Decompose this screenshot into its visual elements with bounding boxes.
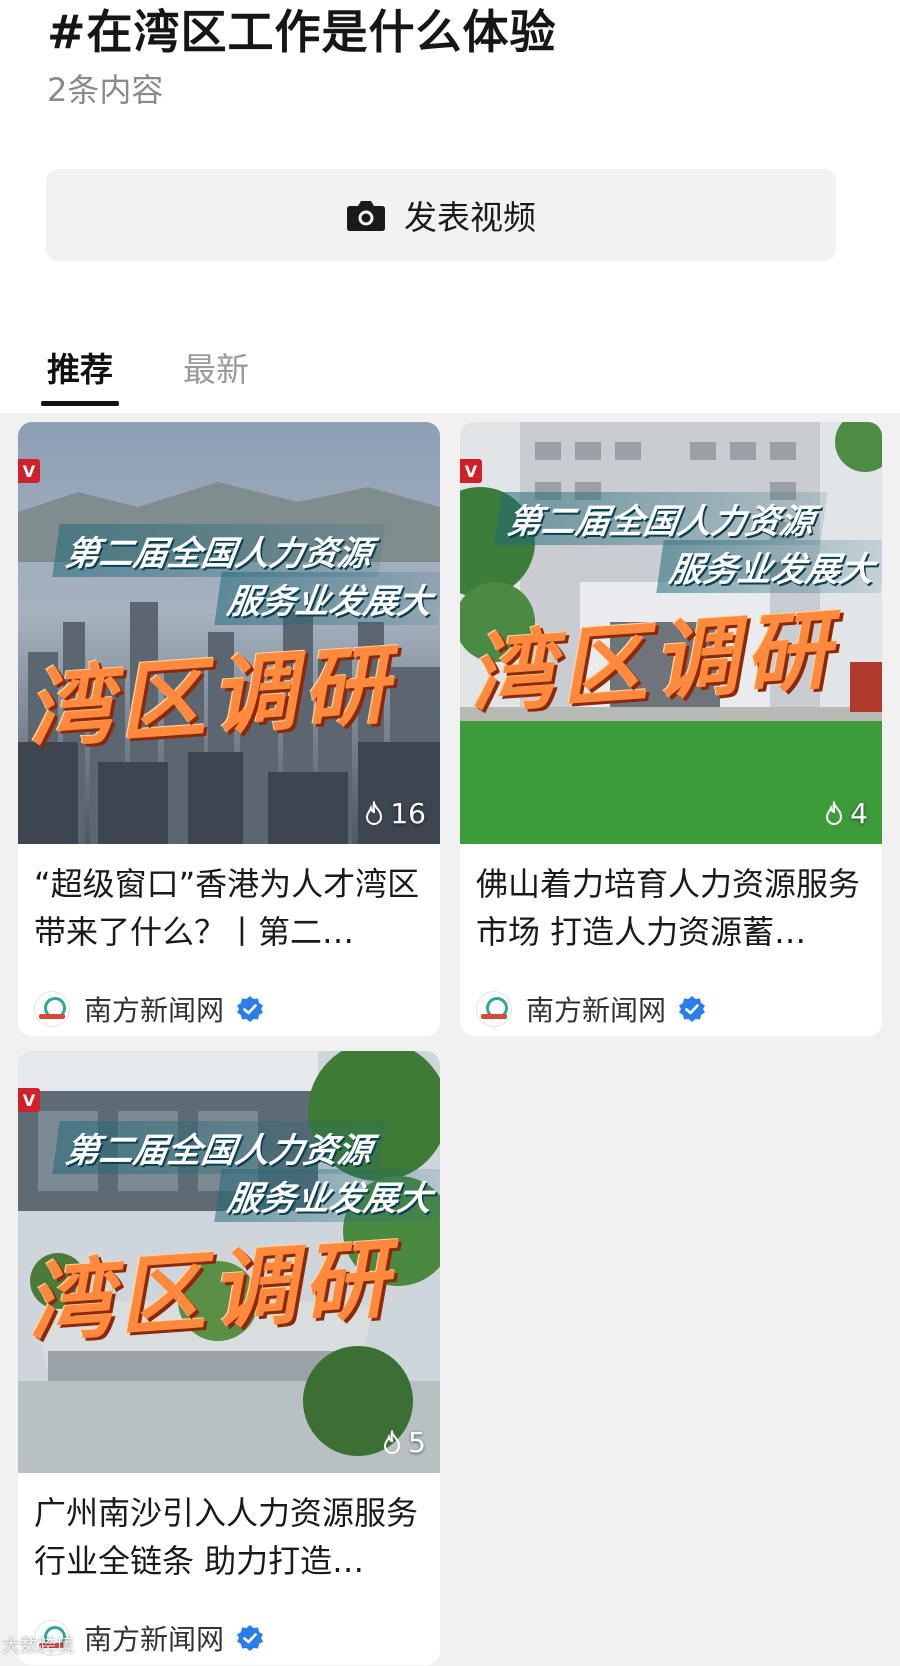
author-avatar[interactable] (34, 991, 70, 1027)
tab-recommended[interactable]: 推荐 (41, 345, 119, 406)
video-thumbnail[interactable]: V 第二届全国人力资源 服务业发展大 湾区调研 5 (18, 1051, 440, 1473)
flame-icon (366, 800, 383, 825)
video-card[interactable]: V 第二届全国人力资源 服务业发展大 湾区调研 5 广州南沙引入人力资源服务行业… (18, 1051, 440, 1665)
author-row[interactable]: 南方新闻网 (460, 972, 882, 1036)
like-count: 4 (822, 797, 868, 830)
verified-badge-icon (237, 1625, 264, 1651)
video-title[interactable]: 广州南沙引入人力资源服务行业全链条 助力打造… (18, 1473, 440, 1601)
author-name[interactable]: 南方新闻网 (84, 1618, 224, 1658)
author-row[interactable]: 南方新闻网 (18, 1601, 440, 1665)
banner-line-1: 第二届全国人力资源 (52, 524, 386, 577)
author-avatar[interactable] (476, 991, 512, 1027)
video-thumbnail[interactable]: V 第二届全国人力资源 服务业发展大 湾区调研 16 (18, 422, 440, 844)
post-video-button[interactable]: 发表视频 (46, 169, 836, 261)
like-count-value: 5 (408, 1426, 426, 1459)
tab-latest[interactable]: 最新 (177, 345, 255, 405)
tab-bar: 推荐 最新 (41, 345, 313, 406)
like-count: 16 (362, 797, 426, 830)
tv-badge: V (460, 459, 482, 483)
like-count-value: 16 (390, 797, 426, 830)
video-title[interactable]: 佛山着力培育人力资源服务市场 打造人力资源蓄… (460, 844, 882, 972)
banner-line-1: 第二届全国人力资源 (494, 492, 828, 545)
banner-line-2: 服务业发展大 (214, 572, 440, 625)
thumbnail-big-title: 湾区调研 (23, 1228, 398, 1355)
video-feed: V 第二届全国人力资源 服务业发展大 湾区调研 16 “超级窗口”香港为人才湾区… (0, 413, 900, 1666)
camera-icon (347, 201, 385, 231)
video-title[interactable]: “超级窗口”香港为人才湾区带来了什么？丨第二… (18, 844, 440, 972)
tv-badge: V (18, 1088, 40, 1112)
author-name[interactable]: 南方新闻网 (84, 989, 224, 1029)
like-count-value: 4 (850, 797, 868, 830)
flame-icon (826, 800, 843, 825)
video-thumbnail[interactable]: V 第二届全国人力资源 服务业发展大 湾区调研 4 (460, 422, 882, 844)
video-card[interactable]: V 第二届全国人力资源 服务业发展大 湾区调研 16 “超级窗口”香港为人才湾区… (18, 422, 440, 1036)
author-name[interactable]: 南方新闻网 (526, 989, 666, 1029)
author-row[interactable]: 南方新闻网 (18, 972, 440, 1036)
topic-count: 2条内容 (47, 71, 164, 109)
watermark: 大数跨境 (2, 1636, 74, 1657)
topic-title: #在湾区工作是什么体验 (47, 5, 557, 59)
verified-badge-icon (679, 996, 706, 1022)
verified-badge-icon (237, 996, 264, 1022)
like-count: 5 (380, 1426, 426, 1459)
tv-badge: V (18, 459, 40, 483)
video-card[interactable]: V 第二届全国人力资源 服务业发展大 湾区调研 4 佛山着力培育人力资源服务市场… (460, 422, 882, 1036)
banner-line-1: 第二届全国人力资源 (52, 1121, 386, 1174)
thumbnail-big-title: 湾区调研 (465, 599, 840, 726)
post-video-label: 发表视频 (404, 198, 536, 237)
flame-icon (384, 1429, 401, 1454)
thumbnail-big-title: 湾区调研 (23, 634, 398, 761)
topic-header: #在湾区工作是什么体验 2条内容 (47, 0, 857, 112)
